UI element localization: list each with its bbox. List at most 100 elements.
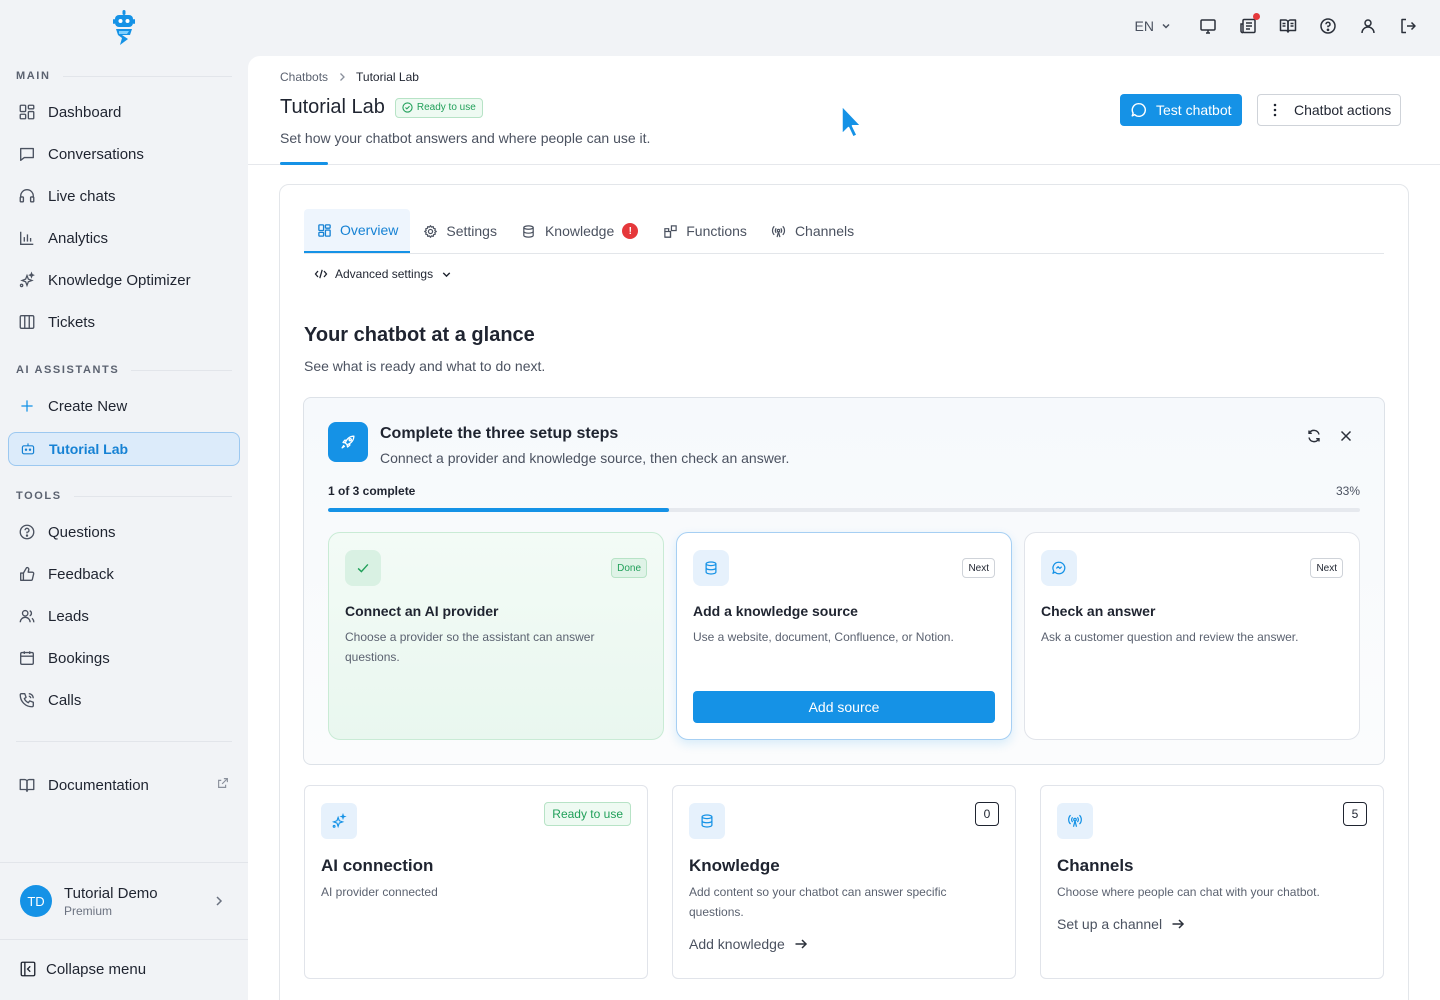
- tab-label: Settings: [446, 223, 497, 239]
- sidebar-item-live-chats[interactable]: Live chats: [8, 179, 240, 213]
- language-selector[interactable]: EN: [1135, 18, 1172, 34]
- tab-label: Channels: [794, 223, 855, 239]
- chatbot-actions-button[interactable]: Chatbot actions: [1257, 94, 1402, 126]
- sidebar-item-dashboard[interactable]: Dashboard: [8, 95, 240, 129]
- news-icon[interactable]: [1238, 13, 1260, 36]
- knowledge-count-badge: 0: [975, 802, 999, 826]
- logout-icon[interactable]: [1398, 16, 1418, 36]
- language-label: EN: [1134, 18, 1154, 34]
- advanced-settings-toggle[interactable]: Advanced settings: [314, 267, 453, 281]
- user-icon[interactable]: [1358, 16, 1378, 36]
- sidebar-item-tickets[interactable]: Tickets: [8, 305, 240, 339]
- page-title-row: Tutorial Lab Ready to use: [280, 96, 483, 119]
- sidebar-item-calls[interactable]: Calls: [8, 683, 240, 717]
- sidebar-collapse-icon: [18, 959, 38, 979]
- sidebar-item-analytics[interactable]: Analytics: [8, 221, 240, 255]
- create-new-assistant-button[interactable]: Create New: [8, 389, 240, 423]
- setup-step-check-answer[interactable]: Next Check an answer Ask a customer ques…: [1024, 532, 1360, 740]
- setup-step-add-knowledge[interactable]: Next Add a knowledge source Use a websit…: [676, 532, 1012, 740]
- notification-dot: [1253, 13, 1260, 20]
- close-icon[interactable]: [1338, 428, 1354, 444]
- rocket-icon: [338, 432, 358, 452]
- phone-icon: [17, 690, 37, 710]
- user-profile-card[interactable]: TD Tutorial Demo Premium: [0, 862, 248, 940]
- breadcrumb: Chatbots Tutorial Lab: [280, 70, 419, 84]
- database-icon: [698, 812, 716, 830]
- rocket-badge: [328, 422, 368, 462]
- tab-functions[interactable]: Functions: [650, 209, 759, 253]
- add-knowledge-link[interactable]: Add knowledge: [689, 936, 809, 952]
- help-icon[interactable]: [1318, 16, 1338, 36]
- more-vertical-icon: [1266, 101, 1284, 119]
- stat-icon-wrap: [689, 803, 725, 839]
- sidebar-item-knowledge-optimizer[interactable]: Knowledge Optimizer: [8, 263, 240, 297]
- tab-channels[interactable]: Channels: [759, 209, 866, 253]
- set-up-channel-link[interactable]: Set up a channel: [1057, 916, 1186, 932]
- step-icon-wrap: [345, 550, 381, 586]
- book-icon: [17, 775, 37, 795]
- check-icon: [354, 559, 372, 577]
- header-accent-underline: [280, 162, 328, 165]
- avatar: TD: [20, 885, 52, 917]
- advanced-settings-label: Advanced settings: [335, 267, 434, 281]
- step-title: Connect an AI provider: [345, 603, 499, 619]
- sidebar-item-feedback[interactable]: Feedback: [8, 557, 240, 591]
- step-status-badge: Done: [611, 558, 647, 578]
- channels-count-badge: 5: [1343, 802, 1367, 826]
- check-circle-icon: [402, 102, 413, 113]
- page-subtitle: Set how your chatbot answers and where p…: [280, 130, 651, 146]
- sidebar-item-conversations[interactable]: Conversations: [8, 137, 240, 171]
- setup-title: Complete the three setup steps: [380, 425, 619, 442]
- sidebar-item-label: Bookings: [48, 649, 110, 667]
- link-label: Set up a channel: [1057, 916, 1163, 932]
- collapse-menu-button[interactable]: Collapse menu: [18, 959, 146, 979]
- sidebar-item-tutorial-lab[interactable]: Tutorial Lab: [8, 432, 240, 466]
- breadcrumb-current: Tutorial Lab: [356, 70, 419, 84]
- stat-card-channels: 5 Channels Choose where people can chat …: [1040, 785, 1384, 979]
- step-description: Use a website, document, Confluence, or …: [693, 630, 954, 644]
- message-circle-icon: [1050, 559, 1068, 577]
- step-icon-wrap: [1041, 550, 1077, 586]
- tab-bar: Overview Settings Knowledge ! Functions …: [304, 209, 1384, 254]
- main-panel: Chatbots Tutorial Lab Tutorial Lab Ready…: [248, 56, 1440, 1000]
- sidebar-item-questions[interactable]: Questions: [8, 515, 240, 549]
- thumbs-up-icon: [17, 564, 37, 584]
- refresh-icon[interactable]: [1306, 428, 1322, 444]
- breadcrumb-chatbots-link[interactable]: Chatbots: [280, 70, 328, 84]
- tab-knowledge[interactable]: Knowledge !: [509, 209, 650, 253]
- code-icon: [314, 267, 328, 281]
- book-open-icon[interactable]: [1278, 16, 1298, 36]
- database-icon: [702, 559, 720, 577]
- stat-title: AI connection: [321, 856, 434, 875]
- users-icon: [17, 606, 37, 626]
- progress-fill: [328, 508, 669, 512]
- tab-overview[interactable]: Overview: [304, 209, 411, 253]
- stat-description: Choose where people can chat with your c…: [1057, 885, 1320, 899]
- tab-settings[interactable]: Settings: [410, 209, 509, 253]
- setup-step-connect-provider[interactable]: Done Connect an AI provider Choose a pro…: [328, 532, 664, 740]
- bar-chart-icon: [17, 228, 37, 248]
- test-chatbot-button[interactable]: Test chatbot: [1120, 94, 1242, 126]
- sidebar-item-leads[interactable]: Leads: [8, 599, 240, 633]
- stat-icon-wrap: [321, 803, 357, 839]
- stat-icon-wrap: [1057, 803, 1093, 839]
- progress-track: [328, 508, 1360, 512]
- help-circle-icon: [17, 522, 37, 542]
- plus-icon: [17, 396, 37, 416]
- gear-icon: [422, 223, 438, 239]
- tab-label: Knowledge: [544, 223, 615, 239]
- monitor-icon[interactable]: [1198, 16, 1218, 36]
- user-info: Tutorial Demo Premium: [64, 885, 158, 918]
- user-plan: Premium: [64, 903, 113, 918]
- broadcast-icon: [771, 223, 787, 239]
- top-toolbar: EN: [1135, 13, 1418, 36]
- broadcast-icon: [1066, 812, 1084, 830]
- step-status-badge: Next: [962, 558, 995, 578]
- app-logo[interactable]: [110, 10, 138, 46]
- sidebar-item-bookings[interactable]: Bookings: [8, 641, 240, 675]
- section-label-ai-assistants: AI ASSISTANTS: [16, 364, 232, 376]
- add-source-button[interactable]: Add source: [693, 691, 995, 723]
- status-label: Ready to use: [416, 102, 476, 113]
- sidebar-item-documentation[interactable]: Documentation: [8, 768, 240, 802]
- headset-icon: [17, 186, 37, 206]
